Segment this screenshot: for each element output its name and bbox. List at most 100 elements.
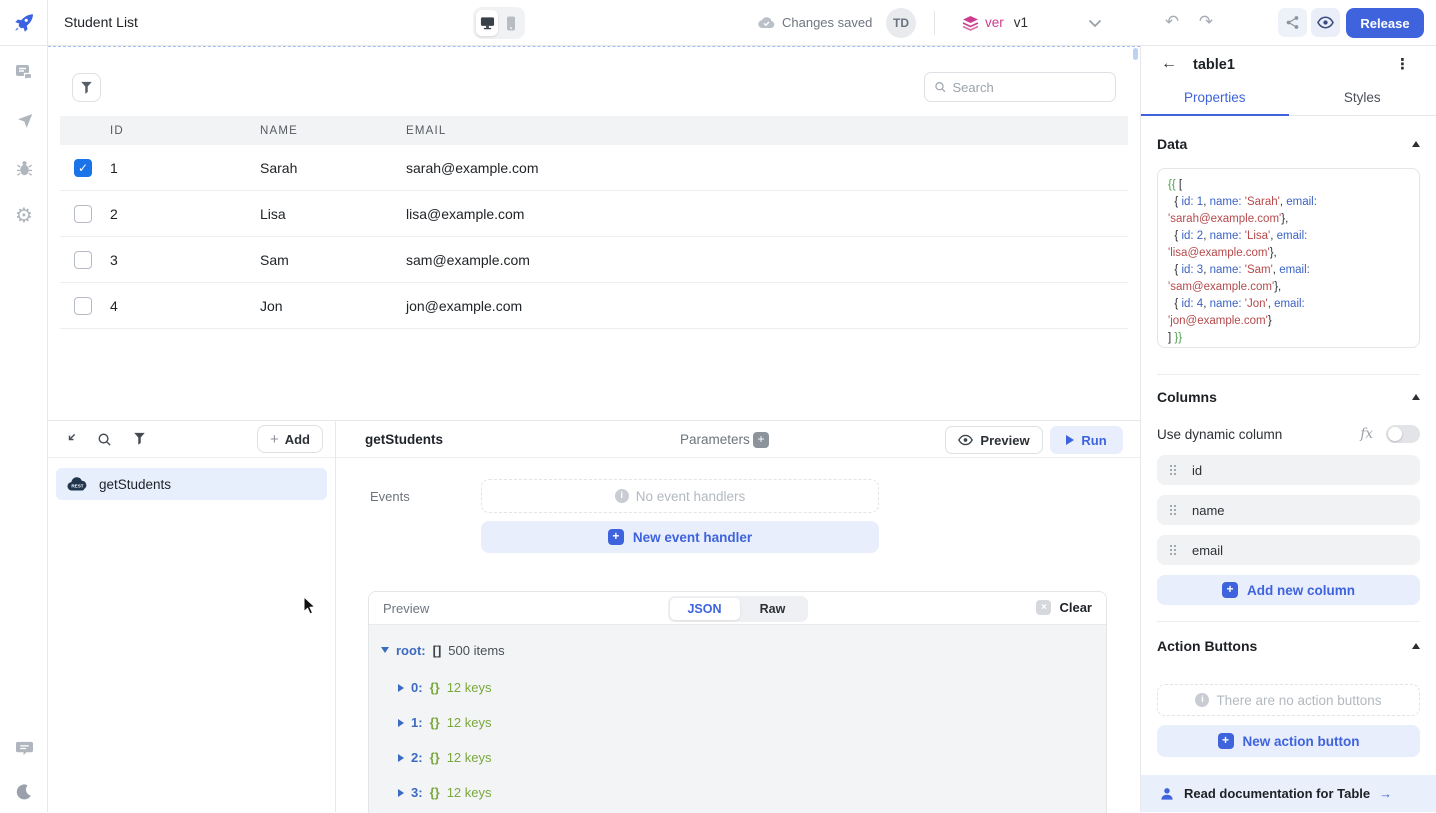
column-header-name[interactable]: NAME (256, 125, 402, 137)
tab-raw[interactable]: Raw (740, 598, 806, 620)
row-checkbox[interactable] (74, 251, 92, 269)
share-button[interactable] (1278, 8, 1307, 37)
desktop-mode-button[interactable] (476, 10, 498, 36)
table-search[interactable] (924, 72, 1116, 102)
tab-properties[interactable]: Properties (1141, 86, 1289, 115)
tutorial-button[interactable] (0, 60, 48, 84)
clear-response-button[interactable]: × Clear (1036, 600, 1092, 615)
chat-support-button[interactable] (0, 736, 48, 760)
json-tree-node[interactable]: 2:{}12 keys (381, 740, 1106, 775)
plus-square-icon: + (1222, 582, 1238, 598)
code-token: 1 (1194, 196, 1204, 208)
save-status-text: Changes saved (782, 15, 872, 30)
run-button-label: Run (1081, 433, 1106, 448)
new-event-handler-button[interactable]: + New event handler (481, 521, 879, 553)
preview-query-button[interactable]: Preview (945, 426, 1043, 454)
share-icon (1285, 15, 1300, 30)
more-options-button[interactable]: ⋮ (1395, 55, 1410, 73)
preview-app-button[interactable] (1311, 8, 1340, 37)
cell-name: Sarah (256, 160, 402, 176)
query-list-item[interactable]: RESTgetStudents (56, 468, 327, 500)
debug-button[interactable] (0, 156, 48, 180)
no-action-buttons-text: There are no action buttons (1216, 693, 1381, 708)
run-query-button[interactable]: Run (1050, 426, 1123, 454)
code-token: name: (1210, 298, 1242, 310)
drag-handle-icon[interactable] (1170, 505, 1176, 515)
cloud-check-icon (758, 16, 775, 29)
cursor-mode-button[interactable] (0, 108, 48, 132)
query-title[interactable]: getStudents (365, 432, 443, 447)
json-tree-node[interactable]: 1:{}12 keys (381, 705, 1106, 740)
chat-bubble-icon (15, 740, 34, 757)
collapse-section-icon[interactable] (1412, 643, 1420, 649)
code-token: }} (1174, 332, 1182, 344)
json-tree-node[interactable]: 0:{}12 keys (381, 670, 1106, 705)
column-item[interactable]: email (1157, 535, 1420, 565)
code-token: id: (1181, 196, 1193, 208)
undo-button[interactable]: ↶ (1160, 10, 1184, 34)
collapse-section-icon[interactable] (1412, 141, 1420, 147)
columns-section-header: Columns (1157, 389, 1420, 405)
app-logo[interactable] (0, 0, 48, 45)
topbar-divider (934, 11, 935, 35)
code-token: { (1168, 298, 1181, 310)
row-checkbox-cell: ✓ (60, 159, 106, 177)
clear-label: Clear (1059, 600, 1092, 615)
data-code-editor[interactable]: {{ [ { id: 1, name: 'Sarah', email:'sara… (1157, 168, 1420, 348)
mobile-mode-button[interactable] (500, 10, 522, 36)
redo-button[interactable]: ↷ (1194, 10, 1218, 34)
node-key: 3: (411, 785, 423, 800)
add-new-column-button[interactable]: + Add new column (1157, 575, 1420, 605)
bug-icon (15, 159, 34, 178)
action-buttons-section-header: Action Buttons (1157, 638, 1420, 654)
fx-icon[interactable]: fx (1360, 426, 1373, 442)
tab-json[interactable]: JSON (670, 598, 740, 620)
code-line: 'sarah@example.com'}, (1168, 211, 1409, 228)
dynamic-column-toggle[interactable] (1386, 425, 1420, 443)
cell-email: jon@example.com (402, 298, 1128, 314)
filter-queries-button[interactable] (130, 430, 148, 448)
no-action-buttons-box: i There are no action buttons (1157, 684, 1420, 716)
code-token: 'sarah@example.com' (1168, 213, 1281, 225)
widget-name[interactable]: table1 (1193, 57, 1235, 73)
column-item-label: id (1192, 463, 1202, 478)
row-checkbox[interactable] (74, 297, 92, 315)
table-filter-button[interactable] (72, 73, 101, 102)
dark-mode-toggle[interactable] (0, 780, 48, 804)
add-parameter-button[interactable]: + (753, 432, 769, 448)
add-query-button[interactable]: + Add (257, 425, 323, 453)
column-header-email[interactable]: EMAIL (402, 125, 1128, 137)
code-line: 'lisa@example.com'}, (1168, 245, 1409, 262)
columns-section-title: Columns (1157, 389, 1217, 405)
documentation-link[interactable]: Read documentation for Table → (1141, 775, 1436, 812)
drag-handle-icon[interactable] (1170, 465, 1176, 475)
tab-styles[interactable]: Styles (1289, 86, 1436, 115)
search-icon (97, 432, 112, 447)
app-canvas[interactable]: ID NAME EMAIL ✓1Sarahsarah@example.com2L… (48, 46, 1140, 420)
column-item[interactable]: id (1157, 455, 1420, 485)
new-action-button[interactable]: + New action button (1157, 725, 1420, 757)
person-icon (1159, 786, 1175, 802)
canvas-scrollbar[interactable] (1133, 48, 1138, 60)
json-tree-root[interactable]: root: [] 500 items (381, 641, 1106, 659)
version-dropdown-button[interactable] (1088, 15, 1102, 33)
search-queries-button[interactable] (95, 430, 113, 448)
release-button[interactable]: Release (1346, 8, 1424, 38)
json-tree-node[interactable]: 3:{}12 keys (381, 775, 1106, 810)
version-selector[interactable]: ver v1 (962, 0, 1028, 45)
search-input[interactable] (953, 80, 1107, 95)
drag-handle-icon[interactable] (1170, 545, 1176, 555)
avatar[interactable]: TD (886, 8, 916, 38)
collapse-section-icon[interactable] (1412, 394, 1420, 400)
row-checkbox[interactable]: ✓ (74, 159, 92, 177)
column-item[interactable]: name (1157, 495, 1420, 525)
code-token: [ (1176, 179, 1182, 191)
events-label: Events (370, 489, 410, 504)
settings-button[interactable]: ⚙ (0, 204, 48, 228)
pointer-icon (15, 111, 34, 130)
cell-name: Lisa (256, 206, 402, 222)
collapse-panel-button[interactable] (60, 430, 78, 448)
back-button[interactable]: ← (1161, 55, 1177, 73)
column-header-id[interactable]: ID (106, 125, 256, 137)
row-checkbox[interactable] (74, 205, 92, 223)
